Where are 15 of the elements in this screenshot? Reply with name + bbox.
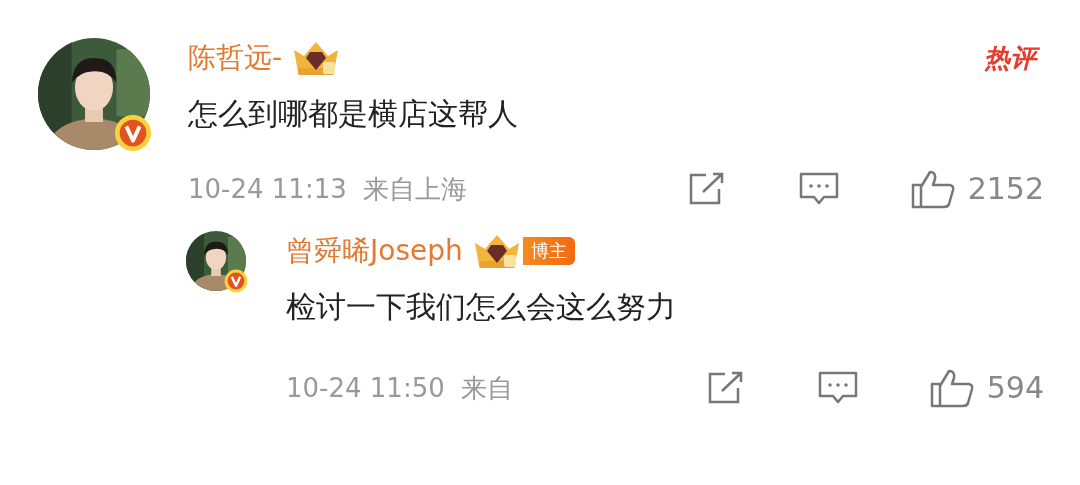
location: 来自 (460, 371, 513, 405)
comment-icon[interactable] (816, 369, 859, 406)
like-count: 2152 (967, 170, 1044, 208)
timestamp: 10-24 11:50 (286, 371, 445, 405)
like-icon[interactable] (909, 168, 956, 209)
like-icon[interactable] (928, 367, 975, 408)
role-tag: 博主 (522, 237, 575, 265)
author-name[interactable]: 陈哲远- (188, 38, 283, 78)
location: 来自上海 (362, 172, 467, 206)
comment-icon[interactable] (797, 170, 840, 207)
like-count: 594 (986, 369, 1044, 407)
comment-text: 检讨一下我们怎么会这么努力 (286, 288, 677, 326)
author-name[interactable]: 曾舜晞Joseph (286, 231, 463, 271)
comment-text: 怎么到哪都是横店这帮人 (188, 95, 519, 133)
timestamp: 10-24 11:13 (188, 172, 347, 206)
